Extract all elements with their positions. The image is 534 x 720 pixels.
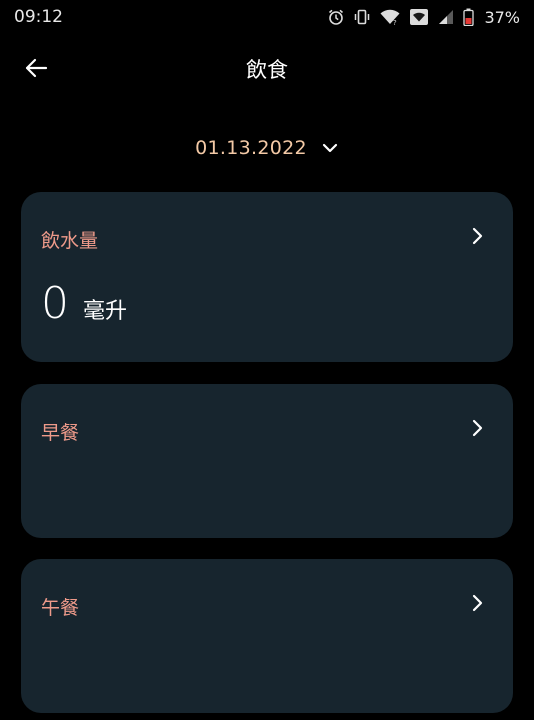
svg-text:?: ? (393, 19, 397, 26)
app-bar: 飲食 (0, 40, 534, 96)
breakfast-card[interactable]: 早餐 (21, 384, 513, 538)
vibrate-icon (353, 8, 371, 26)
battery-icon (463, 8, 475, 26)
status-bar: 09:12 ? 37% (0, 0, 534, 34)
signal-icon (437, 8, 455, 26)
water-amount: 0 (41, 278, 69, 329)
hotspot-icon (409, 8, 429, 26)
alarm-icon (327, 8, 345, 26)
chevron-right-icon (469, 593, 485, 613)
date-selector[interactable]: 01.13.2022 (0, 130, 534, 166)
chevron-down-icon (322, 143, 337, 153)
status-icons: ? 37% (327, 8, 520, 27)
lunch-card[interactable]: 午餐 (21, 559, 513, 713)
breakfast-title: 早餐 (41, 422, 80, 444)
battery-percent: 37% (484, 7, 520, 27)
wifi-icon: ? (379, 8, 401, 26)
water-unit: 毫升 (83, 299, 128, 324)
chevron-right-icon (469, 226, 485, 246)
water-intake-value: 0 毫升 (41, 278, 127, 329)
date-text: 01.13.2022 (195, 137, 307, 159)
chevron-right-icon (469, 418, 485, 438)
lunch-title: 午餐 (41, 597, 80, 619)
water-intake-card[interactable]: 飲水量 0 毫升 (21, 192, 513, 362)
status-time: 09:12 (14, 7, 63, 27)
water-intake-title: 飲水量 (41, 230, 99, 252)
page-title: 飲食 (246, 58, 288, 82)
